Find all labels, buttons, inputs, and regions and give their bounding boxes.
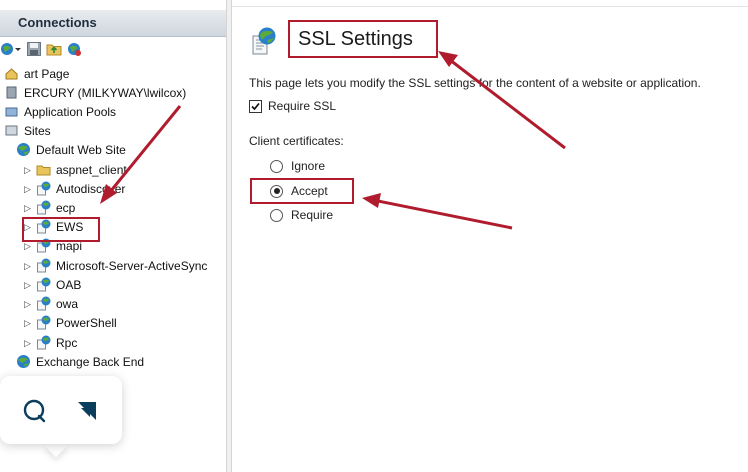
- tree-node[interactable]: ERCURY (MILKYWAY\lwilcox): [4, 83, 186, 102]
- web-app-icon: [36, 258, 51, 273]
- home-icon: [4, 66, 19, 81]
- ews-highlight-box: [22, 217, 100, 242]
- tree-node-label: Application Pools: [24, 104, 117, 119]
- connections-title: Connections: [18, 15, 97, 30]
- radio-require[interactable]: Require: [270, 208, 333, 222]
- folder-up-icon[interactable]: [46, 41, 62, 57]
- app-pools-icon: [4, 104, 19, 119]
- tree-node-label: Exchange Back End: [36, 354, 145, 369]
- accept-highlight-box: [250, 178, 354, 204]
- tree-node-label: Sites: [24, 123, 51, 138]
- tree-node-label: ecp: [56, 200, 76, 215]
- require-ssl-label: Require SSL: [268, 99, 337, 113]
- tree-node-label: art Page: [24, 66, 70, 81]
- radio-ignore-label: Ignore: [291, 159, 326, 173]
- tree-node-label: Microsoft-Server-ActiveSync: [56, 258, 208, 273]
- chat-widget: [0, 376, 122, 444]
- tree-node[interactable]: ▷ PowerShell: [24, 313, 117, 332]
- require-ssl-checkbox[interactable]: Require SSL: [249, 99, 336, 113]
- page-title: SSL Settings: [298, 28, 413, 50]
- expand-arrow-icon[interactable]: ▷: [24, 184, 34, 194]
- tree-node[interactable]: Default Web Site: [16, 140, 126, 159]
- radio-ignore-button[interactable]: [270, 159, 283, 173]
- require-ssl-check-box[interactable]: [249, 99, 262, 113]
- web-app-icon: [36, 296, 51, 311]
- tree-node[interactable]: Exchange Back End: [16, 352, 144, 371]
- server-icon: [4, 85, 19, 100]
- tree-node-label: PowerShell: [56, 315, 117, 330]
- ssl-settings-page-icon: [248, 26, 278, 56]
- expand-arrow-icon[interactable]: ▷: [24, 318, 34, 328]
- tree-node[interactable]: ▷ ecp: [24, 198, 75, 217]
- tree-node-label: Default Web Site: [36, 142, 126, 157]
- chat-bubble-icon[interactable]: [22, 398, 48, 424]
- expand-arrow-icon[interactable]: ▷: [24, 165, 34, 175]
- client-certificates-label: Client certificates:: [249, 134, 344, 148]
- globe-icon: [16, 142, 31, 157]
- tree-node-label: Autodiscover: [56, 181, 126, 196]
- expand-arrow-icon[interactable]: ▷: [24, 241, 34, 251]
- folder-icon: [36, 162, 51, 177]
- save-icon[interactable]: [26, 41, 42, 57]
- globe-icon: [16, 354, 31, 369]
- tree-node[interactable]: ▷ Rpc: [24, 333, 77, 352]
- radio-ignore[interactable]: Ignore: [270, 159, 325, 173]
- web-app-icon: [36, 277, 51, 292]
- expand-arrow-icon[interactable]: ▷: [24, 338, 34, 348]
- radio-require-button[interactable]: [270, 208, 283, 222]
- connections-refresh-icon[interactable]: [66, 41, 82, 57]
- connections-header: Connections: [0, 10, 226, 37]
- expand-arrow-icon[interactable]: ▷: [24, 261, 34, 271]
- tree-node-label: aspnet_client: [56, 162, 127, 177]
- page-description: This page lets you modify the SSL settin…: [249, 76, 701, 90]
- connect-icon[interactable]: [0, 41, 22, 57]
- expand-arrow-icon[interactable]: ▷: [24, 299, 34, 309]
- web-app-icon: [36, 335, 51, 350]
- tree-node-label: Rpc: [56, 335, 78, 350]
- connections-toolbar: [0, 39, 82, 59]
- expand-arrow-icon[interactable]: ▷: [24, 203, 34, 213]
- tree-node[interactable]: ▷ OAB: [24, 275, 81, 294]
- tree-node-label: OAB: [56, 277, 82, 292]
- radio-require-label: Require: [291, 208, 334, 222]
- tree-node-label: owa: [56, 296, 79, 311]
- sites-icon: [4, 123, 19, 138]
- jira-logo-icon[interactable]: [72, 396, 102, 426]
- tree-node-label: ERCURY (MILKYWAY\lwilcox): [24, 85, 187, 100]
- tree-node[interactable]: ▷ aspnet_client: [24, 160, 127, 179]
- arrow-to-accept: [362, 193, 513, 230]
- expand-arrow-icon[interactable]: ▷: [24, 280, 34, 290]
- web-app-icon: [36, 200, 51, 215]
- tree-node[interactable]: ▷ Microsoft-Server-ActiveSync: [24, 256, 207, 275]
- web-app-icon: [36, 181, 51, 196]
- pane-splitter[interactable]: [226, 0, 232, 472]
- tree-node[interactable]: Sites: [4, 121, 51, 140]
- tree-node[interactable]: ▷ Autodiscover: [24, 179, 125, 198]
- tree-node[interactable]: Application Pools: [4, 102, 116, 121]
- tree-node[interactable]: ▷ owa: [24, 294, 78, 313]
- tree-node[interactable]: art Page: [4, 64, 69, 83]
- web-app-icon: [36, 315, 51, 330]
- arrow-to-title: [438, 51, 566, 150]
